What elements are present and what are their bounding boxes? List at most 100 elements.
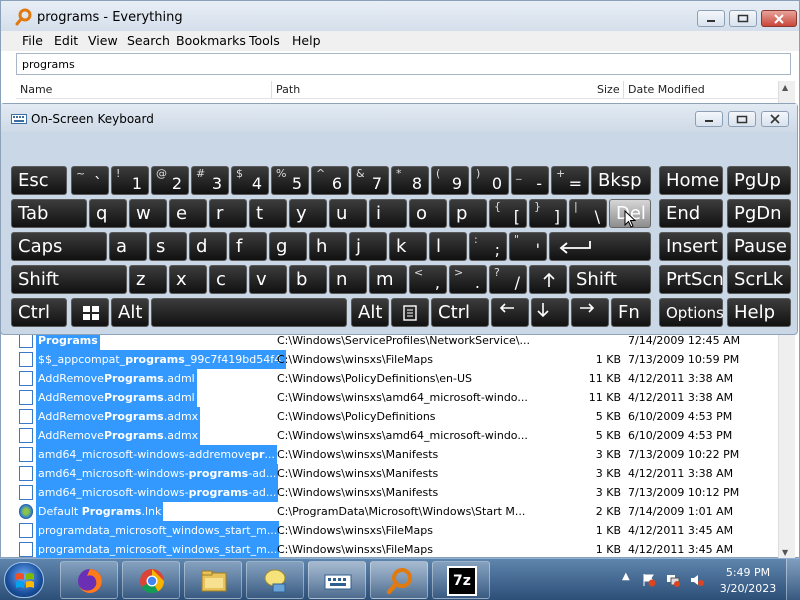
key-h[interactable]: h (309, 232, 347, 261)
key-semicolon[interactable]: :; (469, 232, 507, 261)
key-o[interactable]: o (409, 199, 447, 228)
key-v[interactable]: v (249, 265, 287, 294)
osk-titlebar[interactable]: On-Screen Keyboard (1, 104, 797, 132)
menu-view[interactable]: View (88, 33, 118, 48)
key-9[interactable]: (9 (431, 166, 469, 195)
column-separator[interactable] (271, 81, 272, 99)
network-status-icon[interactable] (666, 573, 680, 587)
key-f[interactable]: f (229, 232, 267, 261)
key-left-arrow[interactable] (491, 298, 529, 327)
show-desktop-button[interactable] (786, 559, 800, 600)
key-u[interactable]: u (329, 199, 367, 228)
key-n[interactable]: n (329, 265, 367, 294)
key-right-arrow[interactable] (571, 298, 609, 327)
key-backtick[interactable]: ~ ` (71, 166, 109, 195)
key-delete[interactable]: Del (609, 199, 651, 228)
key-z[interactable]: z (129, 265, 167, 294)
scroll-up-icon[interactable]: ▲ (782, 83, 788, 92)
key-shift-left[interactable]: Shift (11, 265, 127, 294)
osk-close-button[interactable] (761, 111, 789, 127)
menu-help[interactable]: Help (292, 33, 321, 48)
column-path[interactable]: Path (276, 83, 300, 96)
key-b[interactable]: b (289, 265, 327, 294)
volume-muted-icon[interactable] (690, 573, 704, 587)
key-c[interactable]: c (209, 265, 247, 294)
key-p[interactable]: p (449, 199, 487, 228)
table-row[interactable]: programdata_microsoft_windows_start_m...… (16, 521, 778, 540)
key-1[interactable]: ! 1 (111, 166, 149, 195)
menu-tools[interactable]: Tools (249, 33, 280, 48)
key-insert[interactable]: Insert (659, 232, 723, 261)
key-e[interactable]: e (169, 199, 207, 228)
close-button[interactable] (761, 10, 797, 27)
key-pause[interactable]: Pause (727, 232, 791, 261)
key-y[interactable]: y (289, 199, 327, 228)
key-r[interactable]: r (209, 199, 247, 228)
table-row[interactable]: AddRemovePrograms.admx C:\Windows\winsxs\… (16, 426, 778, 445)
key-space[interactable] (151, 298, 347, 327)
key-caps[interactable]: Caps (11, 232, 107, 261)
key-home[interactable]: Home (659, 166, 723, 195)
key-alt-right[interactable]: Alt (351, 298, 389, 327)
osk-minimize-button[interactable] (695, 111, 723, 127)
key-down-arrow[interactable] (531, 298, 569, 327)
minimize-button[interactable] (697, 10, 725, 27)
menu-search[interactable]: Search (127, 33, 170, 48)
action-center-flag-icon[interactable] (642, 573, 656, 587)
scroll-down-icon[interactable]: ▼ (782, 548, 788, 557)
key-help[interactable]: Help (727, 298, 791, 327)
key-pgup[interactable]: PgUp (727, 166, 791, 195)
clock-time[interactable]: 5:49 PM (718, 566, 778, 579)
column-name[interactable]: Name (20, 83, 52, 96)
key-end[interactable]: End (659, 199, 723, 228)
column-separator[interactable] (623, 81, 624, 99)
key-pgdn[interactable]: PgDn (727, 199, 791, 228)
show-hidden-icons-icon[interactable]: ▲ (622, 571, 630, 582)
taskbar-firefox[interactable] (60, 561, 118, 599)
table-row[interactable]: programdata_microsoft_windows_start_m...… (16, 540, 778, 559)
key-enter[interactable] (549, 232, 651, 261)
key-g[interactable]: g (269, 232, 307, 261)
key-w[interactable]: w (129, 199, 167, 228)
key-options[interactable]: Options (659, 298, 724, 327)
key-k[interactable]: k (389, 232, 427, 261)
key-left-bracket[interactable]: {[ (489, 199, 527, 228)
taskbar-7zip[interactable]: 7z (432, 561, 490, 599)
key-period[interactable]: >. (449, 265, 487, 294)
key-5[interactable]: % 5 (271, 166, 309, 195)
key-backslash[interactable]: | \ (569, 199, 607, 228)
key-comma[interactable]: <, (409, 265, 447, 294)
results-list[interactable]: Programs C:\Windows\ServiceProfiles\Netwo… (16, 331, 778, 559)
key-2[interactable]: @2 (151, 166, 189, 195)
key-slash[interactable]: ? / (489, 265, 527, 294)
taskbar-everything[interactable] (370, 561, 428, 599)
menu-bookmarks[interactable]: Bookmarks (176, 33, 246, 48)
table-row[interactable]: AddRemovePrograms.adml C:\Windows\PolicyD… (16, 369, 778, 388)
key-l[interactable]: l (429, 232, 467, 261)
key-windows[interactable] (71, 298, 109, 327)
table-row[interactable]: $$_appcompat_programs_99c7f419bd54f4... C… (16, 350, 778, 369)
taskbar-chrome[interactable] (122, 561, 180, 599)
taskbar-osk[interactable] (308, 561, 366, 599)
taskbar-network[interactable] (246, 561, 304, 599)
start-button[interactable] (4, 562, 44, 598)
key-j[interactable]: j (349, 232, 387, 261)
key-i[interactable]: i (369, 199, 407, 228)
key-tab[interactable]: Tab (11, 199, 87, 228)
table-row[interactable]: amd64_microsoft-windows-addremovepr... C:… (16, 445, 778, 464)
column-size[interactable]: Size (597, 83, 620, 96)
everything-titlebar[interactable]: programs - Everything (1, 1, 799, 31)
key-ctrl-left[interactable]: Ctrl (11, 298, 67, 327)
key-0[interactable]: ) 0 (471, 166, 509, 195)
table-row[interactable]: amd64_microsoft-windows-programs-ad... C:… (16, 483, 778, 502)
key-4[interactable]: $4 (231, 166, 269, 195)
key-6[interactable]: ^ 6 (311, 166, 349, 195)
taskbar-explorer[interactable] (184, 561, 242, 599)
key-x[interactable]: x (169, 265, 207, 294)
key-prtscn[interactable]: PrtScn (659, 265, 724, 294)
osk-maximize-button[interactable] (728, 111, 756, 127)
search-input[interactable] (16, 53, 791, 75)
key-esc[interactable]: Esc (11, 166, 67, 195)
key-q[interactable]: q (89, 199, 127, 228)
key-shift-right[interactable]: Shift (569, 265, 651, 294)
